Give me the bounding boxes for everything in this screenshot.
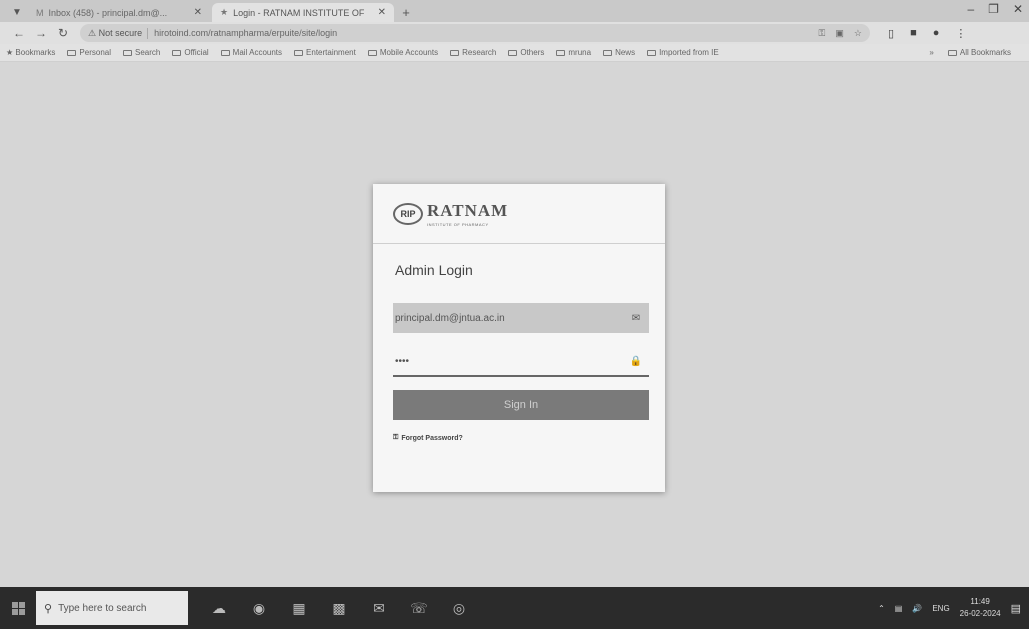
language-indicator[interactable]: ENG <box>932 604 949 613</box>
bookmark-folder[interactable]: Mail Accounts <box>220 48 282 57</box>
bookmark-folder[interactable]: mruna <box>556 48 591 57</box>
pinned-apps: ☁ ◉ ▦ ▩ ✉ ☏ ◎ <box>204 593 474 623</box>
bookmark-folder[interactable]: Entertainment <box>294 48 356 57</box>
whatsapp-icon[interactable]: ☏ <box>404 593 434 623</box>
tab-label: Login - RATNAM INSTITUTE OF <box>233 7 365 18</box>
search-placeholder: Type here to search <box>58 602 147 614</box>
card-header: RIP RATNAM INSTITUTE OF PHARMACY <box>373 184 665 244</box>
close-window-button[interactable]: ✕ <box>1013 2 1023 16</box>
password-field[interactable]: 🔒 <box>393 347 649 377</box>
tab-label: Inbox (458) - principal.dm@... <box>48 7 168 18</box>
folder-icon <box>172 49 182 56</box>
new-tab-button[interactable]: + <box>396 3 416 22</box>
browser-tabstrip: ▼ M Inbox (458) - principal.dm@... ✕ ★ L… <box>0 0 1029 22</box>
folder-icon <box>450 49 460 56</box>
bookmarks-bar: ★ Bookmarks Personal Search Official Mai… <box>0 44 1029 62</box>
tab-close-icon[interactable]: ✕ <box>378 7 386 18</box>
page-content: RIP RATNAM INSTITUTE OF PHARMACY Admin L… <box>0 62 1029 587</box>
browser-tab-login[interactable]: ★ Login - RATNAM INSTITUTE OF ✕ <box>212 3 394 22</box>
windows-taskbar: ⚲ Type here to search ☁ ◉ ▦ ▩ ✉ ☏ ◎ ⌃ ▤ … <box>0 587 1029 629</box>
tab-close-icon[interactable]: ✕ <box>194 7 202 18</box>
taskbar-search[interactable]: ⚲ Type here to search <box>36 591 188 625</box>
url-text[interactable]: hirotoind.com/ratnampharma/erpuite/site/… <box>154 28 818 38</box>
browser-tab-inbox[interactable]: M Inbox (458) - principal.dm@... ✕ <box>28 3 210 22</box>
email-field[interactable]: ✉ <box>393 303 649 333</box>
bookmarks-star[interactable]: ★ Bookmarks <box>6 48 55 57</box>
gmail-favicon-icon: M <box>36 7 44 18</box>
folder-icon <box>67 49 77 56</box>
browser-toolbar: ← → ↻ ⚠ Not secure hirotoind.com/ratnamp… <box>0 22 1029 44</box>
bookmark-folder[interactable]: News <box>603 48 635 57</box>
notification-icon[interactable]: ▤ <box>1011 602 1021 615</box>
translate-icon[interactable]: ▣ <box>835 28 844 39</box>
logo-subtitle: INSTITUTE OF PHARMACY <box>427 221 489 227</box>
folder-icon <box>947 49 957 56</box>
bookmark-folder[interactable]: Mobile Accounts <box>367 48 438 57</box>
folder-icon <box>294 49 304 56</box>
folder-icon <box>123 49 132 56</box>
system-tray: ⌃ ▤ 🔊 ENG 11:49 26-02-2024 ▤ <box>878 596 1029 620</box>
bookmarks-more-chevron[interactable]: » <box>929 48 933 57</box>
chrome-icon[interactable]: ◎ <box>444 593 474 623</box>
bookmark-folder[interactable]: Official <box>172 48 209 57</box>
edge-browser-icon[interactable]: ◉ <box>244 593 274 623</box>
folder-icon <box>508 49 518 56</box>
all-bookmarks-folder[interactable]: All Bookmarks <box>947 48 1011 57</box>
search-icon: ⚲ <box>44 602 53 615</box>
profile-avatar-icon[interactable]: ● <box>933 27 940 40</box>
bookmark-folder[interactable]: Personal <box>67 48 111 57</box>
lock-icon: 🔒 <box>629 355 643 367</box>
tray-chevron-icon[interactable]: ⌃ <box>878 604 885 613</box>
not-secure-chip[interactable]: ⚠ Not secure <box>88 27 149 39</box>
clock-time: 11:49 <box>970 597 990 606</box>
password-input[interactable] <box>395 355 629 367</box>
back-arrow-icon[interactable]: ← <box>8 26 30 40</box>
file-explorer-icon[interactable]: ▩ <box>324 593 354 623</box>
volume-icon[interactable]: 🔊 <box>912 604 922 613</box>
bookmark-star-icon[interactable]: ☆ <box>854 28 862 39</box>
envelope-icon: ✉ <box>631 312 641 324</box>
window-controls: – ❐ ✕ <box>967 2 1023 16</box>
tab-search-chevron-icon[interactable]: ▼ <box>6 2 28 22</box>
sign-in-button[interactable]: Sign In <box>393 390 649 420</box>
ratnam-logo: RIP RATNAM INSTITUTE OF PHARMACY <box>393 201 508 227</box>
minimize-button[interactable]: – <box>967 2 974 16</box>
login-card: RIP RATNAM INSTITUTE OF PHARMACY Admin L… <box>373 184 665 492</box>
folder-icon <box>603 49 613 56</box>
sidepanel-icon[interactable]: ■ <box>910 27 917 40</box>
extensions-icon[interactable]: ▯ <box>888 27 894 40</box>
mail-icon[interactable]: ✉ <box>364 593 394 623</box>
address-bar[interactable]: ⚠ Not secure hirotoind.com/ratnampharma/… <box>80 24 870 42</box>
site-favicon-icon: ★ <box>220 7 229 17</box>
widgets-icon[interactable]: ☁ <box>204 593 234 623</box>
reload-icon[interactable]: ↻ <box>52 26 74 40</box>
bookmark-folder[interactable]: Research <box>450 48 496 57</box>
forward-arrow-icon[interactable]: → <box>30 26 52 40</box>
bookmark-folder[interactable]: Search <box>123 48 160 57</box>
task-view-icon[interactable]: ▦ <box>284 593 314 623</box>
windows-logo-icon <box>11 601 25 615</box>
network-icon[interactable]: ▤ <box>895 604 903 613</box>
forgot-password-link[interactable]: ⚿ Forgot Password? <box>393 434 463 442</box>
logo-name: RATNAM <box>427 200 509 220</box>
folder-icon <box>647 49 657 56</box>
login-title: Admin Login <box>395 262 473 278</box>
forgot-password-label: Forgot Password? <box>401 434 463 442</box>
email-input[interactable] <box>395 312 629 324</box>
password-key-icon[interactable]: ⚿ <box>819 28 826 39</box>
key-icon: ⚿ <box>393 434 399 441</box>
folder-icon <box>367 49 377 56</box>
menu-kebab-icon[interactable]: ⋮ <box>955 27 966 40</box>
bookmark-folder[interactable]: Others <box>508 48 544 57</box>
bookmark-folder[interactable]: Imported from IE <box>647 48 719 57</box>
folder-icon <box>556 49 566 56</box>
restore-button[interactable]: ❐ <box>988 2 999 16</box>
start-button[interactable] <box>0 587 36 629</box>
clock-date: 26-02-2024 <box>959 609 1001 618</box>
folder-icon <box>220 49 230 56</box>
logo-emblem-icon: RIP <box>393 202 423 225</box>
clock[interactable]: 11:49 26-02-2024 <box>960 596 1001 620</box>
